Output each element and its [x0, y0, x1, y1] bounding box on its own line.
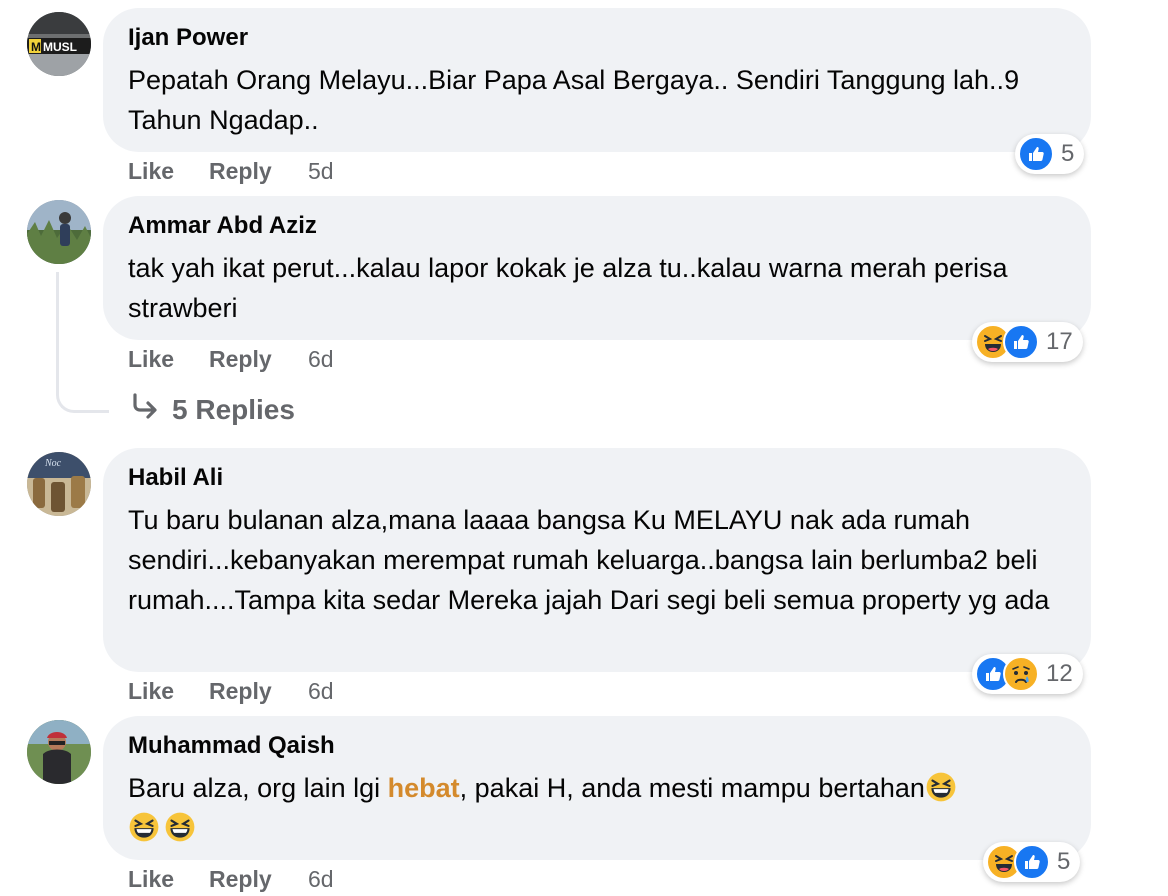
comment-bubble: Ijan Power Pepatah Orang Melayu...Biar P… [103, 8, 1091, 152]
reply-arrow-icon [130, 392, 160, 427]
grinning-squinting-emoji-icon [164, 811, 196, 843]
thread-connector [56, 272, 109, 413]
view-replies-link[interactable]: 5 Replies [130, 392, 295, 427]
sad-icon [1003, 656, 1039, 692]
reaction-summary[interactable]: 5 [983, 842, 1081, 882]
avatar[interactable]: Noc [27, 452, 91, 516]
comment-actions: Like Reply 5d [128, 157, 334, 185]
comment-text: Tu baru bulanan alza,mana laaaa bangsa K… [128, 505, 1050, 615]
like-icon [1014, 844, 1050, 880]
svg-text:MUSL: MUSL [43, 40, 77, 54]
reaction-summary[interactable]: 17 [972, 322, 1083, 362]
avatar[interactable] [27, 720, 91, 784]
svg-text:M: M [31, 40, 41, 54]
replies-count-label: 5 Replies [172, 393, 295, 425]
comment-bubble: Muhammad Qaish Baru alza, org lain lgi h… [103, 716, 1091, 860]
comment-text-part: , pakai H, anda mesti mampu bertahan [459, 773, 925, 803]
like-button[interactable]: Like [128, 345, 209, 373]
reaction-summary[interactable]: 5 [1015, 134, 1085, 174]
comment-author[interactable]: Muhammad Qaish [128, 732, 1066, 760]
reaction-summary[interactable]: 12 [972, 654, 1083, 694]
comment-author[interactable]: Ijan Power [128, 24, 1066, 52]
like-icon [1003, 324, 1039, 360]
grinning-squinting-emoji-icon [925, 771, 957, 803]
svg-text:Noc: Noc [44, 458, 62, 469]
comment-actions: Like Reply 6d [128, 345, 334, 373]
reaction-count: 5 [1057, 848, 1071, 875]
reaction-count: 5 [1061, 140, 1075, 167]
comment-text: tak yah ikat perut...kalau lapor kokak j… [128, 253, 1015, 323]
comment-highlight-text[interactable]: hebat [388, 773, 460, 803]
reaction-count: 12 [1046, 660, 1073, 687]
comment-actions: Like Reply 6d [128, 865, 334, 893]
comment-author[interactable]: Habil Ali [128, 464, 1066, 492]
comment-bubble: Ammar Abd Aziz tak yah ikat perut...kala… [103, 196, 1091, 340]
reply-button[interactable]: Reply [209, 865, 308, 893]
like-button[interactable]: Like [128, 865, 209, 893]
comment-text: Pepatah Orang Melayu...Biar Papa Asal Be… [128, 65, 1027, 135]
like-button[interactable]: Like [128, 677, 209, 705]
comment-timestamp[interactable]: 6d [308, 345, 334, 373]
comment-author[interactable]: Ammar Abd Aziz [128, 212, 1066, 240]
comment-text-part: Baru alza, org lain lgi [128, 773, 388, 803]
comment-timestamp[interactable]: 6d [308, 677, 334, 705]
comment-text: Baru alza, org lain lgi hebat, pakai H, … [128, 768, 1066, 848]
avatar[interactable]: M MUSL [27, 12, 91, 76]
grinning-squinting-emoji-icon [128, 811, 160, 843]
like-button[interactable]: Like [128, 157, 209, 185]
reaction-count: 17 [1046, 328, 1073, 355]
comment-timestamp[interactable]: 6d [308, 865, 334, 893]
comment-timestamp[interactable]: 5d [308, 157, 334, 185]
avatar[interactable] [27, 200, 91, 264]
comment-actions: Like Reply 6d [128, 677, 334, 705]
reply-button[interactable]: Reply [209, 345, 308, 373]
like-icon [1018, 136, 1054, 172]
reply-button[interactable]: Reply [209, 157, 308, 185]
reply-button[interactable]: Reply [209, 677, 308, 705]
comment-bubble: Habil Ali Tu baru bulanan alza,mana laaa… [103, 448, 1091, 672]
